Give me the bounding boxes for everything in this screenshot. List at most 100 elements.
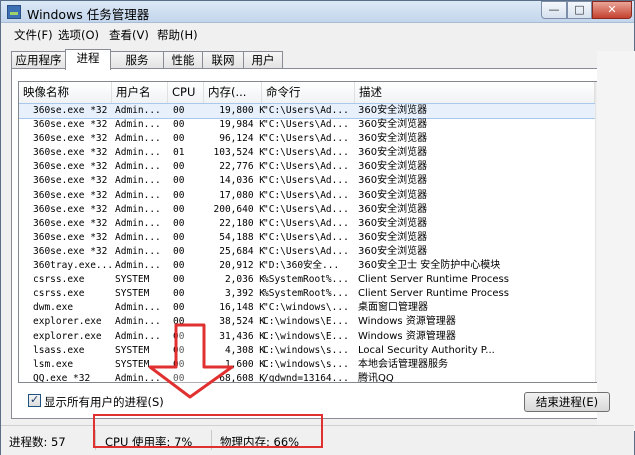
user-name-cell: Admin... bbox=[115, 119, 161, 131]
user-name-cell: SYSTEM bbox=[115, 274, 150, 286]
description-cell: 360安全卫士 安全防护中心模块 bbox=[358, 260, 501, 272]
description-cell: 360安全浏览器 bbox=[358, 147, 428, 159]
tab-users[interactable]: 用户 bbox=[243, 51, 283, 69]
description-cell: Windows 资源管理器 bbox=[358, 316, 456, 328]
process-name-cell: QQ.exe *32 bbox=[33, 372, 91, 383]
table-row[interactable]: explorer.exeAdmin...0031,436 KC:\windows… bbox=[19, 330, 595, 344]
column-cpu[interactable]: CPU bbox=[168, 82, 204, 104]
process-name-cell: 360se.exe *32 bbox=[33, 217, 108, 229]
menu-view[interactable]: 查看(V) bbox=[109, 27, 149, 43]
tab-processes[interactable]: 进程 bbox=[65, 49, 111, 70]
menu-options[interactable]: 选项(O) bbox=[58, 27, 99, 43]
table-row[interactable]: 360se.exe *32 Admin... 00 22,180 K "C:\Users… bbox=[19, 217, 595, 231]
process-name-cell: csrss.exe bbox=[33, 274, 85, 286]
column-command-line[interactable]: 命令行 bbox=[262, 82, 355, 104]
process-name-cell: explorer.exe bbox=[33, 330, 102, 342]
user-name-cell: Admin... bbox=[115, 217, 161, 229]
user-name-cell: Admin... bbox=[115, 302, 161, 314]
tab-applications[interactable]: 应用程序 bbox=[11, 51, 66, 69]
user-name-cell: Admin... bbox=[115, 147, 161, 159]
command-line-cell: C:\windows\s... bbox=[263, 358, 349, 370]
user-name-cell: Admin... bbox=[115, 189, 161, 201]
title-bar[interactable]: Windows 任务管理器 — □ ✕ bbox=[1, 1, 634, 23]
command-line-cell: "D:\360安全... bbox=[263, 260, 340, 272]
table-row[interactable]: lsm.exeSYSTEM001,600 KC:\windows\s...本地会… bbox=[19, 358, 595, 372]
table-row[interactable]: 360tray.exe... Admin... 00 20,912 K "D:\360安… bbox=[19, 259, 595, 273]
user-name-cell: Admin... bbox=[115, 133, 161, 145]
user-name-cell: Admin... bbox=[115, 203, 161, 215]
process-name-cell: 360se.exe *32 bbox=[33, 245, 108, 257]
table-row[interactable]: 360se.exe *32 Admin... 00 25,684 K "C:\Users… bbox=[19, 245, 595, 259]
column-description[interactable]: 描述 bbox=[355, 82, 595, 104]
command-line-cell: "C:\Users\Ad... bbox=[263, 105, 349, 116]
minimize-button[interactable]: — bbox=[541, 1, 567, 19]
menu-help[interactable]: 帮助(H) bbox=[157, 27, 198, 43]
column-memory[interactable]: 内存(... bbox=[204, 82, 262, 104]
process-name-cell: 360se.exe *32 bbox=[33, 231, 108, 243]
window-title: Windows 任务管理器 bbox=[27, 7, 150, 22]
description-cell: Client Server Runtime Process bbox=[358, 274, 509, 286]
tab-networking[interactable]: 联网 bbox=[202, 51, 244, 69]
column-user-name[interactable]: 用户名 bbox=[112, 82, 168, 104]
process-name-cell: 360se.exe *32 bbox=[33, 203, 108, 215]
list-header: 映像名称 用户名 CPU 内存(... 命令行 描述 bbox=[19, 82, 595, 104]
table-row[interactable]: 360se.exe *32 Admin... 01 103,524 K "C:\User… bbox=[19, 146, 595, 160]
table-row[interactable]: 360se.exe *32 Admin... 00 22,776 K "C:\Users… bbox=[19, 160, 595, 174]
command-line-cell: %SystemRoot%... bbox=[263, 288, 349, 300]
table-row[interactable]: lsass.exeSYSTEM004,308 KC:\windows\s...L… bbox=[19, 344, 595, 358]
description-cell: 360安全浏览器 bbox=[358, 175, 428, 187]
description-cell: Client Server Runtime Process bbox=[358, 288, 509, 300]
table-row[interactable]: 360se.exe *32 Admin... 00 19,800 K "C:\Users… bbox=[19, 102, 596, 120]
table-row[interactable]: 360se.exe *32 Admin... 00 19,984 K "C:\Users… bbox=[19, 118, 595, 132]
tab-performance[interactable]: 性能 bbox=[163, 51, 203, 69]
table-row[interactable]: QQ.exe *32Admin...0068,608 K/qdwnd=13164… bbox=[19, 372, 595, 383]
memory-cell: 14,036 K bbox=[219, 175, 265, 187]
process-name-cell: 360se.exe *32 bbox=[33, 133, 108, 145]
table-row[interactable]: 360se.exe *32 Admin... 00 54,188 K "C:\Users… bbox=[19, 231, 595, 245]
description-cell: 360安全浏览器 bbox=[358, 189, 428, 201]
description-cell: 360安全浏览器 bbox=[358, 245, 428, 257]
description-cell: 360安全浏览器 bbox=[358, 119, 428, 131]
maximize-button[interactable]: □ bbox=[567, 1, 592, 19]
process-name-cell: dwm.exe bbox=[33, 302, 74, 314]
description-cell: 360安全浏览器 bbox=[358, 161, 428, 173]
task-manager-icon bbox=[7, 5, 21, 19]
memory-cell: 22,776 K bbox=[219, 161, 265, 173]
process-name-cell: lsass.exe bbox=[33, 344, 85, 356]
process-name-cell: 360se.exe *32 bbox=[33, 161, 108, 173]
description-cell: 腾讯QQ bbox=[358, 372, 394, 383]
memory-cell: 2,036 K bbox=[224, 274, 265, 286]
process-list[interactable]: 映像名称 用户名 CPU 内存(... 命令行 描述 360se.exe *32… bbox=[18, 81, 611, 383]
table-row[interactable]: 360se.exe *32 Admin... 00 96,124 K "C:\Users… bbox=[19, 132, 595, 146]
menu-file[interactable]: 文件(F) bbox=[14, 27, 53, 43]
tab-services[interactable]: 服务 bbox=[110, 51, 164, 69]
show-all-users-checkbox[interactable] bbox=[28, 393, 41, 407]
memory-cell: 20,912 K bbox=[219, 260, 265, 272]
command-line-cell: "C:\Users\Ad... bbox=[263, 231, 349, 243]
description-cell: 360安全浏览器 bbox=[358, 105, 428, 116]
process-name-cell: 360se.exe *32 bbox=[33, 189, 108, 201]
menu-bar: 文件(F) 选项(O) 查看(V) 帮助(H) bbox=[1, 24, 634, 43]
table-row[interactable]: explorer.exe Admin... 00 38,524 K C:\windows… bbox=[19, 315, 595, 329]
table-row[interactable]: csrss.exe SYSTEM 00 3,392 K %SystemRoot%... C… bbox=[19, 287, 595, 301]
table-row[interactable]: csrss.exe SYSTEM 00 2,036 K %SystemRoot%... C… bbox=[19, 273, 595, 287]
memory-cell: 17,080 K bbox=[219, 189, 265, 201]
description-cell: 360安全浏览器 bbox=[358, 203, 428, 215]
process-name-cell: csrss.exe bbox=[33, 288, 85, 300]
command-line-cell: "C:\Users\Ad... bbox=[263, 189, 349, 201]
annotation-arrow-icon bbox=[148, 323, 234, 399]
description-cell: Windows 资源管理器 bbox=[358, 330, 456, 342]
column-image-name[interactable]: 映像名称 bbox=[19, 82, 112, 104]
command-line-cell: "C:\Users\Ad... bbox=[263, 119, 349, 131]
table-row[interactable]: dwm.exe Admin... 00 16,148 K "C:\windows\...… bbox=[19, 301, 595, 315]
command-line-cell: C:\windows\E... bbox=[263, 330, 349, 342]
process-name-cell: 360se.exe *32 bbox=[33, 119, 108, 131]
table-row[interactable]: 360se.exe *32 Admin... 00 17,080 K "C:\Users… bbox=[19, 189, 595, 203]
memory-cell: 19,984 K bbox=[219, 119, 265, 131]
close-button[interactable]: ✕ bbox=[592, 1, 632, 19]
table-row[interactable]: 360se.exe *32 Admin... 00 200,640 K "C:\User… bbox=[19, 203, 595, 217]
end-process-button[interactable]: 结束进程(E) bbox=[524, 392, 610, 412]
table-row[interactable]: 360se.exe *32 Admin... 00 14,036 K "C:\Users… bbox=[19, 174, 595, 188]
memory-cell: 19,800 K bbox=[219, 105, 265, 116]
status-process-count: 进程数: 57 bbox=[9, 435, 66, 449]
